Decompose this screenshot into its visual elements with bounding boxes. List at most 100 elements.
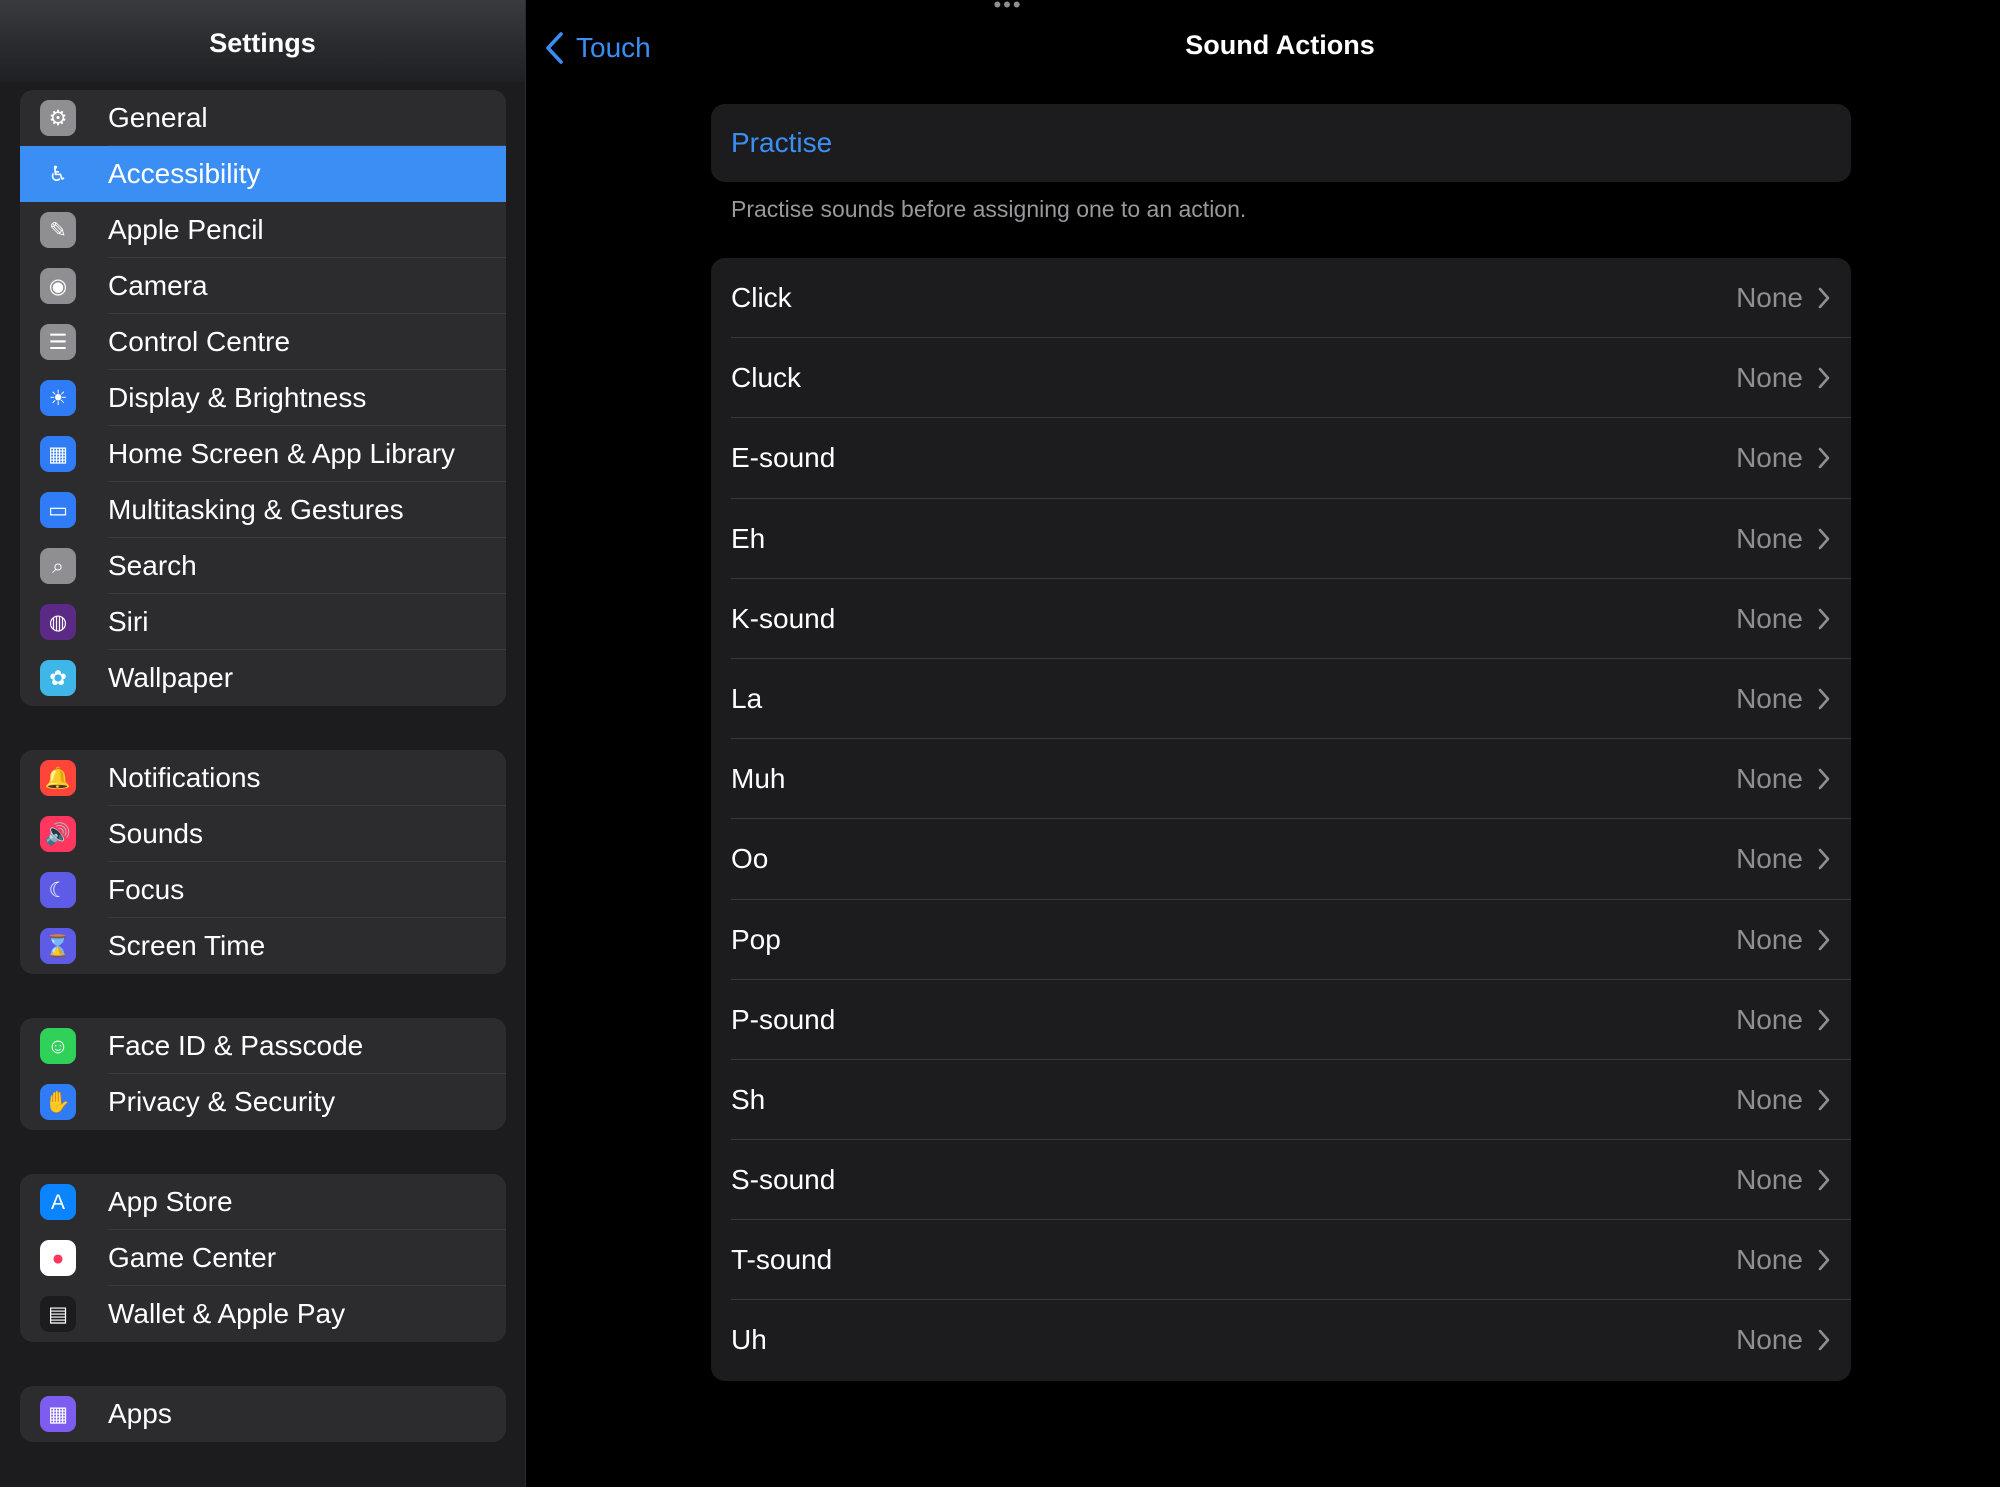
gear-icon: ⚙ (40, 100, 76, 136)
sound-row-p-sound[interactable]: P-sound None (711, 980, 1851, 1060)
sidebar-item-display-brightness[interactable]: ☀ Display & Brightness (20, 370, 506, 426)
sidebar-group: ▦ Apps (20, 1386, 506, 1442)
sound-row-pop[interactable]: Pop None (711, 900, 1851, 980)
sidebar-item-screen-time[interactable]: ⌛ Screen Time (20, 918, 506, 974)
sound-row-muh[interactable]: Muh None (711, 739, 1851, 820)
sidebar-item-privacy-security[interactable]: ✋ Privacy & Security (20, 1074, 506, 1130)
sound-name: E-sound (731, 442, 836, 474)
sidebar-item-apple-pencil[interactable]: ✎ Apple Pencil (20, 202, 506, 258)
sidebar-item-search[interactable]: ⌕ Search (20, 538, 506, 594)
toggles-icon: ☰ (40, 324, 76, 360)
sound-action-value: None (1736, 522, 1803, 554)
sidebar-item-label: Display & Brightness (108, 382, 367, 413)
sound-name: Oo (731, 843, 769, 875)
sidebar-item-wallpaper[interactable]: ✿ Wallpaper (20, 650, 506, 706)
sound-row-eh[interactable]: Eh None (711, 499, 1851, 579)
sidebar-item-label: Face ID & Passcode (108, 1030, 364, 1061)
hourglass-icon: ⌛ (40, 928, 76, 964)
chevron-right-icon (1818, 1169, 1830, 1191)
search-icon: ⌕ (40, 548, 76, 584)
sound-action-value: None (1736, 763, 1803, 795)
pencil-icon: ✎ (40, 212, 76, 248)
sidebar-item-wallet-apple-pay[interactable]: ▤ Wallet & Apple Pay (20, 1286, 506, 1342)
sidebar-group: ⚙ General ♿ Accessibility ✎ Apple Pencil ◉ Came… (20, 90, 506, 706)
settings-sidebar: Settings ⚙ General ♿ Accessibility ✎ Apple Pe… (0, 0, 526, 1487)
wallet-icon: ▤ (40, 1296, 76, 1332)
sidebar-item-label: Accessibility (108, 158, 261, 189)
sound-action-value: None (1736, 923, 1803, 955)
sound-name: Muh (731, 763, 786, 795)
sound-row-uh[interactable]: Uh None (711, 1300, 1851, 1380)
practise-label: Practise (731, 127, 833, 158)
sidebar-item-siri[interactable]: ◍ Siri (20, 594, 506, 650)
chevron-right-icon (1818, 528, 1830, 549)
sound-name: Pop (731, 923, 781, 955)
sound-name: La (731, 682, 763, 714)
sidebar-item-accessibility[interactable]: ♿ Accessibility (20, 146, 506, 202)
sun-icon: ☀ (40, 380, 76, 416)
sidebar-item-multitasking-gestures[interactable]: ▭ Multitasking & Gestures (20, 482, 506, 538)
flower-icon: ✿ (40, 660, 76, 696)
chevron-right-icon (1818, 929, 1830, 950)
sound-name: P-sound (731, 1003, 836, 1035)
sound-row-click[interactable]: Click None (711, 258, 1851, 339)
sidebar-group: 🔔 Notifications 🔊 Sounds ☾ Focus ⌛ Screen Time (20, 750, 506, 974)
sidebar-item-control-centre[interactable]: ☰ Control Centre (20, 314, 506, 370)
sound-action-value: None (1736, 442, 1803, 474)
sound-row-sh[interactable]: Sh None (711, 1060, 1851, 1141)
sidebar-item-label: Wallpaper (108, 662, 234, 693)
sidebar-item-label: App Store (108, 1186, 233, 1217)
practise-button[interactable]: Practise (711, 104, 1851, 182)
sidebar-group: ☺ Face ID & Passcode ✋ Privacy & Security (20, 1018, 506, 1130)
back-label: Touch (576, 32, 651, 63)
sound-name: K-sound (731, 602, 836, 634)
sidebar-item-label: Multitasking & Gestures (108, 494, 404, 525)
sound-action-value: None (1736, 843, 1803, 875)
sidebar-item-apps[interactable]: ▦ Apps (20, 1386, 506, 1442)
sound-action-value: None (1736, 1324, 1803, 1356)
sidebar-item-app-store[interactable]: A App Store (20, 1174, 506, 1230)
sound-action-value: None (1736, 1164, 1803, 1196)
sidebar-item-label: Home Screen & App Library (108, 438, 456, 469)
sidebar-item-general[interactable]: ⚙ General (20, 90, 506, 146)
chevron-right-icon (1818, 768, 1830, 790)
sound-row-s-sound[interactable]: S-sound None (711, 1140, 1851, 1221)
sidebar-group: A App Store ● Game Center ▤ Wallet & Apple Pa… (20, 1174, 506, 1342)
chevron-left-icon (546, 32, 563, 64)
chevron-right-icon (1818, 849, 1830, 870)
sidebar-item-focus[interactable]: ☾ Focus (20, 862, 506, 918)
sidebar-item-notifications[interactable]: 🔔 Notifications (20, 750, 506, 806)
multitasking-grabber[interactable]: ••• (990, 0, 1026, 16)
sound-row-la[interactable]: La None (711, 659, 1851, 740)
sidebar-item-camera[interactable]: ◉ Camera (20, 258, 506, 314)
sound-name: Sh (731, 1083, 766, 1115)
chevron-right-icon (1818, 1009, 1830, 1030)
bell-icon: 🔔 (40, 760, 76, 796)
sidebar-item-face-id-passcode[interactable]: ☺ Face ID & Passcode (20, 1018, 506, 1074)
sidebar-item-label: Notifications (108, 762, 261, 793)
sound-row-t-sound[interactable]: T-sound None (711, 1220, 1851, 1301)
sound-name: S-sound (731, 1164, 836, 1196)
sound-row-e-sound[interactable]: E-sound None (711, 418, 1851, 499)
sound-row-k-sound[interactable]: K-sound None (711, 579, 1851, 659)
sidebar-item-sounds[interactable]: 🔊 Sounds (20, 806, 506, 862)
chevron-right-icon (1818, 448, 1830, 469)
sound-action-value: None (1736, 1244, 1803, 1276)
chevron-right-icon (1818, 1249, 1830, 1271)
sidebar-item-label: Game Center (108, 1242, 277, 1273)
sidebar-item-label: Control Centre (108, 326, 291, 357)
sidebar-item-game-center[interactable]: ● Game Center (20, 1230, 506, 1286)
page-title: Sound Actions (1185, 30, 1375, 60)
sidebar-item-label: Siri (108, 606, 149, 637)
chevron-right-icon (1818, 1330, 1830, 1351)
apps-grid-icon: ▦ (40, 1396, 76, 1432)
sound-action-value: None (1736, 682, 1803, 714)
sound-row-cluck[interactable]: Cluck None (711, 338, 1851, 419)
app-store-icon: A (40, 1184, 76, 1220)
back-button[interactable]: Touch (544, 28, 651, 68)
sound-row-oo[interactable]: Oo None (711, 819, 1851, 900)
game-center-icon: ● (40, 1240, 76, 1276)
sound-name: T-sound (731, 1244, 833, 1276)
hand-icon: ✋ (40, 1084, 76, 1120)
sidebar-item-home-screen-app-library[interactable]: ▦ Home Screen & App Library (20, 426, 506, 482)
